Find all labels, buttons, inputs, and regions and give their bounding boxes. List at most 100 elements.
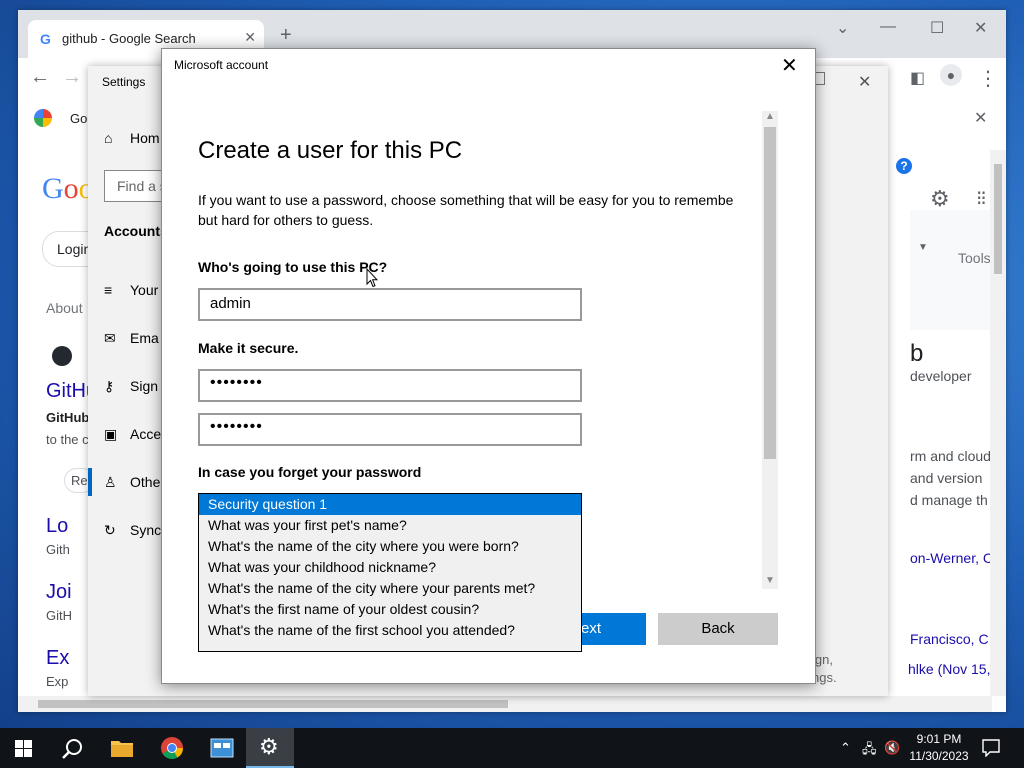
dialog-scrollbar[interactable]: ▲ ▼ xyxy=(762,111,778,589)
knowledge-panel-subtitle: developer xyxy=(910,368,972,384)
taskbar: ⚙ ⌃ 🖧 🔇 9:01 PM 11/30/2023 xyxy=(0,728,1024,768)
settings-nav-your-info[interactable]: ≡ Your xyxy=(104,282,158,298)
password-input[interactable]: •••••••• xyxy=(198,369,582,402)
back-button[interactable]: Back xyxy=(658,613,778,645)
taskbar-clock[interactable]: 9:01 PM 11/30/2023 xyxy=(904,731,974,765)
home-icon: ⌂ xyxy=(104,130,113,146)
tools-button[interactable]: Tools xyxy=(958,250,991,266)
kp-location-link[interactable]: Francisco, C xyxy=(910,631,989,647)
taskbar-file-explorer[interactable] xyxy=(98,728,146,768)
horizontal-scroll-thumb[interactable] xyxy=(38,700,508,708)
settings-nav-access[interactable]: ▣ Acce xyxy=(104,426,161,443)
secure-label: Make it secure. xyxy=(198,340,299,356)
volume-muted-icon[interactable]: 🔇 xyxy=(884,740,900,756)
security-option[interactable]: What's the first name of your oldest cou… xyxy=(199,599,581,620)
settings-nav-home[interactable]: ⌂ Hom xyxy=(104,130,160,146)
result-join-sub: GitH xyxy=(46,608,72,623)
side-panel-icon[interactable]: ◧ xyxy=(910,68,925,88)
username-input[interactable]: admin xyxy=(198,288,582,321)
key-icon: ⚷ xyxy=(104,378,115,394)
profile-avatar-icon[interactable]: ● xyxy=(940,64,962,86)
apps-grid-icon[interactable]: ⁝⁝ xyxy=(976,186,987,211)
scroll-down-icon[interactable]: ▼ xyxy=(765,575,775,586)
help-icon[interactable]: ? xyxy=(896,158,912,174)
clock-time: 9:01 PM xyxy=(916,732,962,746)
kp-line-1: rm and cloud xyxy=(910,448,991,464)
briefcase-icon: ▣ xyxy=(104,426,118,442)
minimize-button[interactable]: — xyxy=(880,18,896,36)
start-button[interactable] xyxy=(0,728,48,768)
result-join-link[interactable]: Joi xyxy=(46,581,72,604)
search-icon xyxy=(62,739,82,759)
tab-title: github - Google Search xyxy=(62,31,196,46)
about-results-text: About xyxy=(46,300,83,316)
settings-close-button[interactable]: ✕ xyxy=(858,72,871,92)
password-confirm-input[interactable]: •••••••• xyxy=(198,413,582,446)
search-box-text: Go xyxy=(70,111,88,126)
result-explore-link[interactable]: Ex xyxy=(46,647,69,670)
page-title: Create a user for this PC xyxy=(198,137,463,164)
dialog-close-button[interactable]: ✕ xyxy=(781,53,798,78)
kp-founders-link[interactable]: on-Werner, C xyxy=(910,550,993,566)
menu-kebab-icon[interactable]: ⋮ xyxy=(978,66,998,91)
tab-close-icon[interactable]: ✕ xyxy=(244,29,256,46)
chrome-icon xyxy=(161,737,183,759)
vertical-scroll-thumb[interactable] xyxy=(994,164,1002,274)
taskbar-chrome[interactable] xyxy=(148,728,196,768)
tray-chevron-up-icon[interactable]: ⌃ xyxy=(840,740,851,756)
mail-icon: ✉ xyxy=(104,330,116,346)
settings-nav-email[interactable]: ✉ Ema xyxy=(104,330,159,347)
tab-search-icon[interactable]: ⌄ xyxy=(836,18,849,38)
result-github-sub: GitHub xyxy=(46,410,90,425)
notifications-icon[interactable] xyxy=(982,739,1000,757)
taskbar-search-button[interactable] xyxy=(48,728,96,768)
back-arrow-icon[interactable]: ← xyxy=(30,66,50,89)
active-nav-indicator xyxy=(88,468,92,496)
close-window-button[interactable]: ✕ xyxy=(974,18,987,38)
security-option[interactable]: What's the name of the first school you … xyxy=(199,620,581,641)
forward-arrow-icon[interactable]: → xyxy=(62,66,82,89)
clear-search-icon[interactable]: ✕ xyxy=(974,108,987,128)
dialog-scroll-thumb[interactable] xyxy=(764,127,776,459)
vertical-scrollbar[interactable] xyxy=(990,150,1006,696)
dropdown-arrow-icon[interactable]: ▼ xyxy=(918,242,928,253)
taskbar-settings[interactable]: ⚙ xyxy=(246,728,294,768)
google-wordmark: Goo xyxy=(42,172,94,205)
taskbar-control-panel[interactable] xyxy=(198,728,246,768)
settings-gear-icon[interactable]: ⚙ xyxy=(930,186,950,212)
new-tab-button[interactable]: + xyxy=(280,24,292,47)
result-explore-sub: Exp xyxy=(46,674,69,689)
scroll-up-icon[interactable]: ▲ xyxy=(765,111,775,122)
control-panel-icon xyxy=(210,738,234,758)
dialog-title: Microsoft account xyxy=(174,58,269,72)
who-label: Who's going to use this PC? xyxy=(198,259,388,275)
network-icon[interactable]: 🖧 xyxy=(862,740,877,762)
github-logo-icon xyxy=(52,346,72,366)
mouse-cursor-icon xyxy=(366,268,378,288)
next-button[interactable]: ext xyxy=(580,613,646,645)
intro-text: If you want to use a password, choose so… xyxy=(198,190,764,230)
settings-title: Settings xyxy=(102,75,146,89)
maximize-button[interactable]: ☐ xyxy=(930,18,944,38)
microsoft-account-dialog: Microsoft account ✕ ▲ ▼ Create a user fo… xyxy=(161,48,816,684)
security-question-dropdown[interactable]: Security question 1 What was your first … xyxy=(198,493,582,652)
forget-label: In case you forget your password xyxy=(198,464,422,480)
security-option[interactable]: What was your first pet's name? xyxy=(199,515,581,536)
settings-nav-sync[interactable]: ↻ Sync xyxy=(104,522,161,539)
sync-icon: ↻ xyxy=(104,522,116,538)
settings-nav-other-users[interactable]: ♙ Othe xyxy=(104,474,160,491)
result-login-sub: Gith xyxy=(46,542,70,557)
clock-date: 11/30/2023 xyxy=(909,749,969,763)
google-logo-icon xyxy=(34,109,52,127)
security-option[interactable]: What was your childhood nickname? xyxy=(199,557,581,578)
result-login-link[interactable]: Lo xyxy=(46,515,68,538)
folder-icon xyxy=(111,741,133,757)
kp-ceo-link[interactable]: hlke (Nov 15, 2 xyxy=(908,661,1002,677)
security-option[interactable]: What's the name of the city where your p… xyxy=(199,578,581,599)
horizontal-scrollbar[interactable] xyxy=(18,696,992,712)
security-option-selected[interactable]: Security question 1 xyxy=(199,494,581,515)
security-option[interactable]: What's the name of the city where you we… xyxy=(199,536,581,557)
intro-line-1: If you want to use a password, choose so… xyxy=(198,192,734,208)
settings-nav-sign-in[interactable]: ⚷ Sign xyxy=(104,378,158,395)
person-add-icon: ♙ xyxy=(104,474,117,490)
